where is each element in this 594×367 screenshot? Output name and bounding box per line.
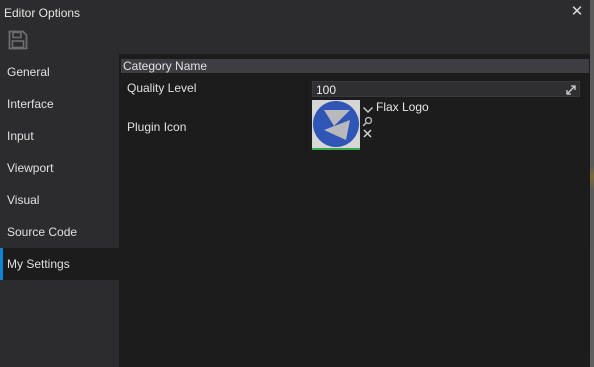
- background-edge: [590, 0, 594, 367]
- close-button[interactable]: ✕: [568, 3, 586, 21]
- property-splitter[interactable]: [306, 76, 307, 152]
- search-icon[interactable]: [362, 114, 373, 127]
- sidebar-item-label: My Settings: [7, 257, 70, 271]
- sidebar-item-label: Visual: [7, 193, 40, 207]
- asset-thumbnail[interactable]: [312, 100, 360, 150]
- clear-icon[interactable]: [362, 126, 373, 138]
- quality-level-input[interactable]: 100: [312, 81, 580, 97]
- title-bar[interactable]: Editor Options ✕: [0, 0, 590, 26]
- sidebar-item-my-settings[interactable]: My Settings: [0, 248, 119, 280]
- category-header[interactable]: Category Name: [121, 59, 589, 73]
- category-title: Category Name: [123, 59, 208, 73]
- settings-panel: Category Name Quality Level 100 Plugin I…: [119, 54, 590, 367]
- sidebar-item-source-code[interactable]: Source Code: [0, 216, 119, 248]
- chevron-down-icon[interactable]: [362, 102, 374, 113]
- sidebar-item-label: Input: [7, 129, 34, 143]
- sidebar-item-general[interactable]: General: [0, 56, 119, 88]
- toolbar: [0, 26, 590, 54]
- editor-options-window: Editor Options ✕ General Interface Input…: [0, 0, 591, 367]
- flax-logo-icon: [312, 100, 360, 148]
- expand-icon[interactable]: [566, 84, 576, 95]
- save-icon[interactable]: [8, 30, 28, 50]
- sidebar-item-label: Viewport: [7, 161, 54, 175]
- sidebar-item-visual[interactable]: Visual: [0, 184, 119, 216]
- quality-level-value: 100: [316, 83, 337, 97]
- sidebar-item-input[interactable]: Input: [0, 120, 119, 152]
- plugin-icon-label: Plugin Icon: [127, 120, 187, 134]
- options-sidebar: General Interface Input Viewport Visual …: [0, 54, 119, 367]
- sidebar-item-viewport[interactable]: Viewport: [0, 152, 119, 184]
- active-indicator: [0, 248, 3, 280]
- sidebar-item-label: Source Code: [7, 225, 78, 239]
- sidebar-item-label: Interface: [7, 97, 54, 111]
- sidebar-item-interface[interactable]: Interface: [0, 88, 119, 120]
- sidebar-item-label: General: [7, 65, 50, 79]
- quality-level-label: Quality Level: [127, 81, 197, 95]
- window-title: Editor Options: [4, 6, 81, 20]
- asset-name: Flax Logo: [376, 100, 429, 114]
